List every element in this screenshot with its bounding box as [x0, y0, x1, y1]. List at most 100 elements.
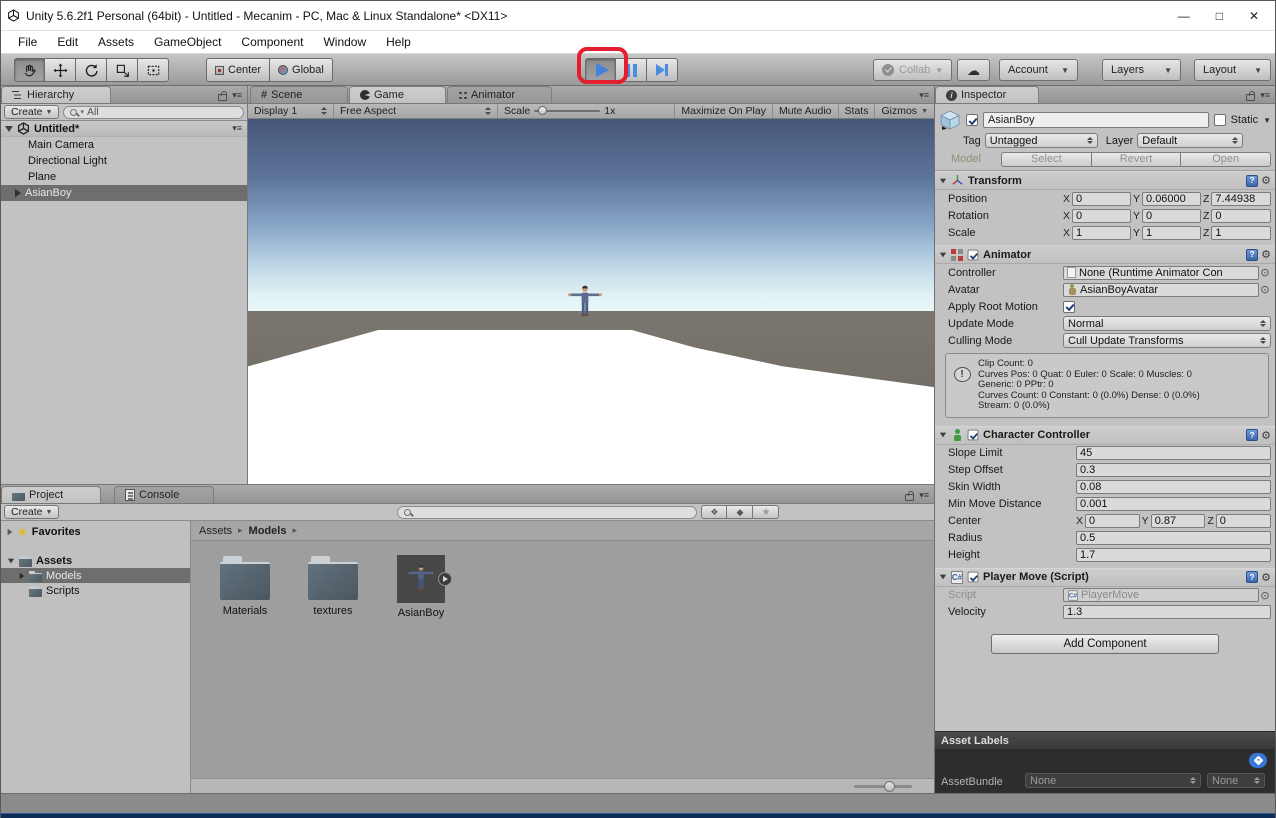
gizmos-dropdown[interactable]: Gizmos ▼ — [874, 104, 934, 118]
hierarchy-create-button[interactable]: Create ▼ — [4, 105, 59, 119]
rotation-x-field[interactable]: 0 — [1072, 209, 1131, 223]
center-y-field[interactable]: 0.87 — [1151, 514, 1206, 528]
scene-menu-icon[interactable]: ▾≡ — [232, 123, 247, 134]
scale-x-field[interactable]: 1 — [1072, 226, 1131, 240]
collapse-icon[interactable] — [5, 126, 13, 132]
menu-window[interactable]: Window — [314, 32, 375, 52]
menu-gameobject[interactable]: GameObject — [145, 32, 230, 52]
tag-dropdown[interactable]: Untagged — [985, 133, 1098, 148]
collapse-icon[interactable] — [940, 252, 946, 257]
collab-dropdown[interactable]: Collab ▼ — [873, 59, 952, 81]
static-caret-icon[interactable]: ▼ — [1263, 116, 1271, 125]
height-field[interactable]: 1.7 — [1076, 548, 1271, 562]
character-controller-enabled-checkbox[interactable] — [968, 430, 979, 441]
player-move-header[interactable]: C# Player Move (Script) ? ⚙ — [935, 568, 1275, 587]
maximize-button[interactable]: □ — [1216, 9, 1223, 23]
update-mode-dropdown[interactable]: Normal — [1063, 316, 1271, 331]
tree-models[interactable]: Models — [1, 568, 190, 583]
collapse-icon[interactable] — [940, 575, 946, 580]
scale-y-field[interactable]: 1 — [1142, 226, 1201, 240]
favorites-filter-button[interactable]: ★ — [753, 505, 779, 519]
character-controller-header[interactable]: Character Controller ? ⚙ — [935, 426, 1275, 445]
pivot-center-button[interactable]: Center — [206, 58, 270, 82]
object-picker-icon[interactable]: ⊙ — [1259, 589, 1271, 602]
help-icon[interactable]: ? — [1246, 175, 1258, 187]
asset-asianboy-model[interactable]: AsianBoy — [389, 555, 453, 778]
rotation-z-field[interactable]: 0 — [1211, 209, 1271, 223]
step-offset-field[interactable]: 0.3 — [1076, 463, 1271, 477]
project-tab[interactable]: Project — [1, 486, 101, 503]
pause-button[interactable] — [616, 58, 647, 82]
game-viewport[interactable] — [248, 119, 934, 484]
search-by-label-button[interactable]: ◆ — [727, 505, 753, 519]
help-icon[interactable]: ? — [1246, 429, 1258, 441]
step-button[interactable] — [647, 58, 678, 82]
collapse-icon[interactable] — [8, 558, 14, 563]
apply-root-motion-checkbox[interactable] — [1063, 301, 1075, 313]
panel-menu-icon[interactable]: ▾≡ — [1260, 90, 1270, 101]
gear-icon[interactable]: ⚙ — [1261, 571, 1271, 584]
gear-icon[interactable]: ⚙ — [1261, 174, 1271, 187]
minimize-button[interactable]: — — [1178, 9, 1190, 23]
search-by-type-button[interactable]: ❖ — [701, 505, 727, 519]
tree-favorites[interactable]: ★ Favorites — [1, 524, 190, 539]
scale-slider-knob[interactable] — [538, 106, 547, 115]
collapse-icon[interactable] — [940, 433, 946, 438]
lock-icon[interactable] — [218, 94, 227, 101]
slider-knob[interactable] — [884, 781, 895, 792]
player-move-enabled-checkbox[interactable] — [968, 572, 979, 583]
assetbundle-dropdown[interactable]: None — [1025, 773, 1201, 788]
layout-dropdown[interactable]: Layout ▼ — [1194, 59, 1271, 81]
hierarchy-search-input[interactable]: ▾ All — [63, 106, 244, 119]
hierarchy-item-directional-light[interactable]: Directional Light — [1, 153, 247, 169]
breadcrumb-models[interactable]: Models — [249, 525, 287, 537]
play-button[interactable] — [585, 58, 616, 82]
stats-toggle[interactable]: Stats — [838, 104, 875, 118]
object-picker-icon[interactable]: ⊙ — [1259, 283, 1271, 296]
help-icon[interactable]: ? — [1246, 249, 1258, 261]
velocity-field[interactable]: 1.3 — [1063, 605, 1271, 619]
asset-materials[interactable]: Materials — [213, 555, 277, 778]
display-dropdown[interactable]: Display 1 — [248, 104, 334, 118]
center-x-field[interactable]: 0 — [1085, 514, 1140, 528]
layer-dropdown[interactable]: Default — [1137, 133, 1243, 148]
scene-tab[interactable]: # Scene — [250, 86, 348, 103]
rect-tool-button[interactable] — [138, 58, 169, 82]
position-z-field[interactable]: 7.44938 — [1211, 192, 1271, 206]
menu-file[interactable]: File — [9, 32, 46, 52]
maximize-on-play-toggle[interactable]: Maximize On Play — [674, 104, 772, 118]
asset-textures[interactable]: textures — [301, 555, 365, 778]
min-move-distance-field[interactable]: 0.001 — [1076, 497, 1271, 511]
hierarchy-item-plane[interactable]: Plane — [1, 169, 247, 185]
model-select-button[interactable]: Select — [1001, 152, 1092, 167]
transform-header[interactable]: Transform ? ⚙ — [935, 171, 1275, 190]
aspect-dropdown[interactable]: Free Aspect — [334, 104, 498, 118]
gameobject-cube-icon[interactable] — [939, 110, 961, 130]
static-checkbox[interactable] — [1214, 114, 1226, 126]
menu-help[interactable]: Help — [377, 32, 420, 52]
game-tab[interactable]: Game — [349, 86, 446, 103]
panel-menu-icon[interactable]: ▾≡ — [919, 90, 929, 101]
position-y-field[interactable]: 0.06000 — [1142, 192, 1201, 206]
model-open-button[interactable]: Open — [1181, 152, 1271, 167]
mute-audio-toggle[interactable]: Mute Audio — [772, 104, 838, 118]
object-picker-icon[interactable]: ⊙ — [1259, 266, 1271, 279]
radius-field[interactable]: 0.5 — [1076, 531, 1271, 545]
panel-menu-icon[interactable]: ▾≡ — [232, 90, 242, 101]
pivot-global-button[interactable]: Global — [270, 58, 333, 82]
hierarchy-tab[interactable]: Hierarchy — [1, 86, 111, 103]
animator-enabled-checkbox[interactable] — [968, 249, 979, 260]
menu-assets[interactable]: Assets — [89, 32, 143, 52]
layers-dropdown[interactable]: Layers ▼ — [1102, 59, 1181, 81]
panel-menu-icon[interactable]: ▾≡ — [919, 490, 929, 501]
tree-scripts[interactable]: Scripts — [1, 583, 190, 598]
scale-slider[interactable] — [534, 110, 600, 112]
lock-icon[interactable] — [1246, 94, 1255, 101]
gameobject-name-field[interactable]: AsianBoy — [983, 112, 1209, 128]
tree-assets[interactable]: Assets — [1, 553, 190, 568]
avatar-field[interactable]: AsianBoyAvatar — [1063, 283, 1259, 297]
thumbnail-size-slider[interactable] — [854, 785, 912, 788]
model-revert-button[interactable]: Revert — [1092, 152, 1182, 167]
hand-tool-button[interactable] — [14, 58, 45, 82]
scale-tool-button[interactable] — [107, 58, 138, 82]
